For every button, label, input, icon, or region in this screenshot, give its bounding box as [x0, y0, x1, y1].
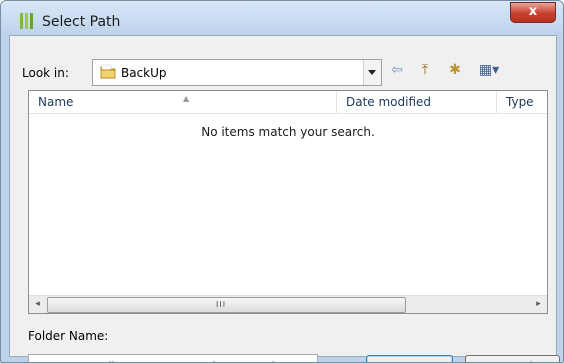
sort-indicator-icon: ▲: [183, 94, 190, 103]
column-type[interactable]: Type: [497, 91, 547, 113]
up-folder-icon[interactable]: ⤒: [415, 61, 435, 79]
folder-name-label: Folder Name:: [28, 329, 109, 343]
column-date-modified[interactable]: Date modified: [337, 91, 497, 113]
file-list[interactable]: Name ▲ Date modified Type No items match…: [28, 90, 548, 314]
look-in-label: Look in:: [22, 66, 69, 80]
select-path-dialog: Select Path x Look in: BackUp ⇦ ⤒ ✱ ▦▾ N…: [0, 0, 564, 363]
close-button[interactable]: x: [510, 2, 556, 23]
ok-button[interactable]: OK: [366, 355, 453, 362]
view-menu-icon[interactable]: ▦▾: [472, 61, 506, 79]
scroll-right-icon[interactable]: ▸: [530, 296, 547, 313]
chevron-down-icon[interactable]: [363, 60, 381, 85]
close-icon: x: [528, 4, 538, 19]
empty-message: No items match your search.: [201, 125, 375, 139]
app-icon: [20, 13, 33, 29]
folder-name-field[interactable]: C:\Program Files\ABC\Automation Organize…: [28, 354, 318, 362]
title-bar[interactable]: Select Path x: [1, 1, 563, 35]
look-in-combobox[interactable]: BackUp: [92, 59, 382, 86]
folder-icon: [100, 64, 116, 79]
look-in-value: BackUp: [121, 66, 167, 80]
horizontal-scrollbar[interactable]: ◂ III ▸: [29, 295, 547, 313]
scroll-left-icon[interactable]: ◂: [29, 296, 46, 313]
new-folder-icon[interactable]: ✱: [444, 61, 466, 79]
column-header-row: Name ▲ Date modified Type: [29, 91, 547, 114]
window-title: Select Path: [42, 14, 121, 30]
scrollbar-thumb[interactable]: III: [47, 297, 406, 313]
cancel-button[interactable]: Cancel: [465, 355, 560, 362]
scrollbar-grip: III: [216, 300, 227, 309]
dialog-body: Look in: BackUp ⇦ ⤒ ✱ ▦▾ Name ▲ Date mod…: [9, 35, 560, 362]
back-arrow-icon[interactable]: ⇦: [388, 61, 406, 79]
